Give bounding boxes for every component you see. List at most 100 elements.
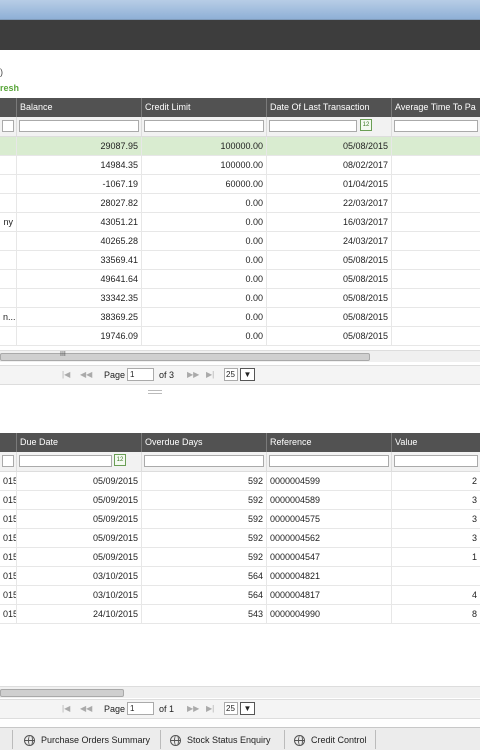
table-cell (0, 175, 17, 193)
taskbar-separator (12, 730, 13, 749)
filter-input[interactable] (2, 455, 14, 467)
table-row[interactable]: 49641.64 0.00 05/08/2015 (0, 270, 480, 289)
table-row[interactable]: 015 03/10/2015 564 0000004817 4 (0, 586, 480, 605)
page-size-select[interactable]: 25 (224, 702, 238, 715)
table-row[interactable]: 33342.35 0.00 05/08/2015 (0, 289, 480, 308)
table-cell: 49641.64 (17, 270, 142, 288)
horizontal-scrollbar[interactable]: III (0, 350, 480, 362)
horizontal-scrollbar[interactable] (0, 686, 480, 698)
table-cell: 8 (471, 609, 477, 619)
table-row[interactable]: 015 24/10/2015 543 0000004990 8 (0, 605, 480, 624)
table-cell (392, 232, 480, 250)
filter-input-last-transaction[interactable] (269, 120, 357, 132)
table-cell (392, 194, 480, 212)
overdue-transactions-grid: Due Date Overdue Days Reference Value 12… (0, 433, 480, 624)
page-number-input[interactable]: 1 (127, 702, 154, 715)
table-row[interactable]: 29087.95 100000.00 05/08/2015 (0, 137, 480, 156)
table-row[interactable]: -1067.19 60000.00 01/04/2015 (0, 175, 480, 194)
table-cell (0, 156, 17, 174)
first-page-button[interactable]: |◀ (62, 704, 70, 713)
scrollbar-thumb[interactable] (0, 689, 124, 697)
table-cell: 592 (142, 491, 267, 509)
table-row[interactable]: 015 05/09/2015 592 0000004562 3 (0, 529, 480, 548)
table-cell: 100000.00 (142, 156, 267, 174)
filter-input-value[interactable] (394, 455, 478, 467)
column-header-value[interactable]: Value (392, 433, 480, 452)
prev-page-button[interactable]: ◀◀ (80, 370, 92, 379)
table-row[interactable]: 33569.41 0.00 05/08/2015 (0, 251, 480, 270)
table-row[interactable]: n... 38369.25 0.00 05/08/2015 (0, 308, 480, 327)
table-row[interactable]: 28027.82 0.00 22/03/2017 (0, 194, 480, 213)
column-header-reference[interactable]: Reference (267, 433, 392, 452)
table-row[interactable]: 015 05/09/2015 592 0000004547 1 (0, 548, 480, 567)
grid-header-row: Due Date Overdue Days Reference Value (0, 433, 480, 452)
last-page-button[interactable]: ▶| (206, 704, 214, 713)
chevron-down-icon[interactable]: ▼ (240, 368, 255, 381)
filter-input-average-time[interactable] (394, 120, 478, 132)
table-cell (392, 213, 480, 231)
customer-balance-grid: Balance Credit Limit Date Of Last Transa… (0, 98, 480, 346)
refresh-link[interactable]: resh (0, 83, 19, 93)
filter-input-reference[interactable] (269, 455, 389, 467)
table-cell: 0000004817 (267, 586, 392, 604)
table-cell: 08/02/2017 (267, 156, 392, 174)
pane-splitter[interactable] (0, 385, 480, 433)
column-header[interactable] (0, 433, 17, 452)
column-header[interactable] (0, 98, 17, 117)
table-row[interactable]: 015 03/10/2015 564 0000004821 (0, 567, 480, 586)
table-cell (392, 270, 480, 288)
first-page-button[interactable]: |◀ (62, 370, 70, 379)
grid-header-row: Balance Credit Limit Date Of Last Transa… (0, 98, 480, 117)
task-credit-control[interactable]: Credit Control (294, 732, 367, 748)
filter-input-due-date[interactable] (19, 455, 112, 467)
calendar-icon[interactable]: 12 (360, 119, 372, 131)
table-cell: 0000004821 (267, 567, 392, 585)
filter-input-balance[interactable] (19, 120, 139, 132)
next-page-button[interactable]: ▶▶ (187, 704, 199, 713)
table-cell: 592 (142, 510, 267, 528)
taskbar: Purchase Orders Summary Stock Status Enq… (0, 727, 480, 750)
table-cell: ny (0, 213, 17, 231)
table-cell: 05/08/2015 (267, 308, 392, 326)
column-header-overdue-days[interactable]: Overdue Days (142, 433, 267, 452)
next-page-button[interactable]: ▶▶ (187, 370, 199, 379)
grid2-pager: |◀ ◀◀ Page 1 of 1 ▶▶ ▶| 25 ▼ (0, 699, 480, 719)
filter-input[interactable] (2, 120, 14, 132)
table-row[interactable]: 015 05/09/2015 592 0000004599 2 (0, 472, 480, 491)
table-row[interactable]: 40265.28 0.00 24/03/2017 (0, 232, 480, 251)
table-cell: 0.00 (142, 251, 267, 269)
page-size-select[interactable]: 25 (224, 368, 238, 381)
column-header-balance[interactable]: Balance (17, 98, 142, 117)
table-cell: 2 (471, 476, 477, 486)
page-number-input[interactable]: 1 (127, 368, 154, 381)
table-row[interactable]: 19746.09 0.00 05/08/2015 (0, 327, 480, 346)
last-page-button[interactable]: ▶| (206, 370, 214, 379)
splitter-handle[interactable] (148, 390, 162, 394)
top-info-fragment: ) (0, 67, 3, 77)
table-cell (0, 137, 17, 155)
taskbar-separator (160, 730, 161, 749)
table-row[interactable]: 14984.35 100000.00 08/02/2017 (0, 156, 480, 175)
column-header-average-time[interactable]: Average Time To Pa (392, 98, 480, 117)
column-header-due-date[interactable]: Due Date (17, 433, 142, 452)
table-cell: 592 (142, 529, 267, 547)
table-cell: 29087.95 (17, 137, 142, 155)
column-header-last-transaction[interactable]: Date Of Last Transaction (267, 98, 392, 117)
prev-page-button[interactable]: ◀◀ (80, 704, 92, 713)
task-stock-status-enquiry[interactable]: Stock Status Enquiry (170, 732, 271, 748)
table-row[interactable]: ny 43051.21 0.00 16/03/2017 (0, 213, 480, 232)
filter-input-credit-limit[interactable] (144, 120, 264, 132)
table-row[interactable]: 015 05/09/2015 592 0000004575 3 (0, 510, 480, 529)
table-cell: 015 (0, 586, 17, 604)
column-header-credit-limit[interactable]: Credit Limit (142, 98, 267, 117)
filter-input-overdue-days[interactable] (144, 455, 264, 467)
table-cell: 24/10/2015 (17, 605, 142, 623)
filter-row: 12 (0, 452, 480, 472)
scrollbar-thumb[interactable] (0, 353, 370, 361)
table-cell: 015 (0, 491, 17, 509)
calendar-icon[interactable]: 12 (114, 454, 126, 466)
table-row[interactable]: 015 05/09/2015 592 0000004589 3 (0, 491, 480, 510)
table-cell: 1 (471, 552, 477, 562)
task-purchase-orders-summary[interactable]: Purchase Orders Summary (24, 732, 150, 748)
chevron-down-icon[interactable]: ▼ (240, 702, 255, 715)
